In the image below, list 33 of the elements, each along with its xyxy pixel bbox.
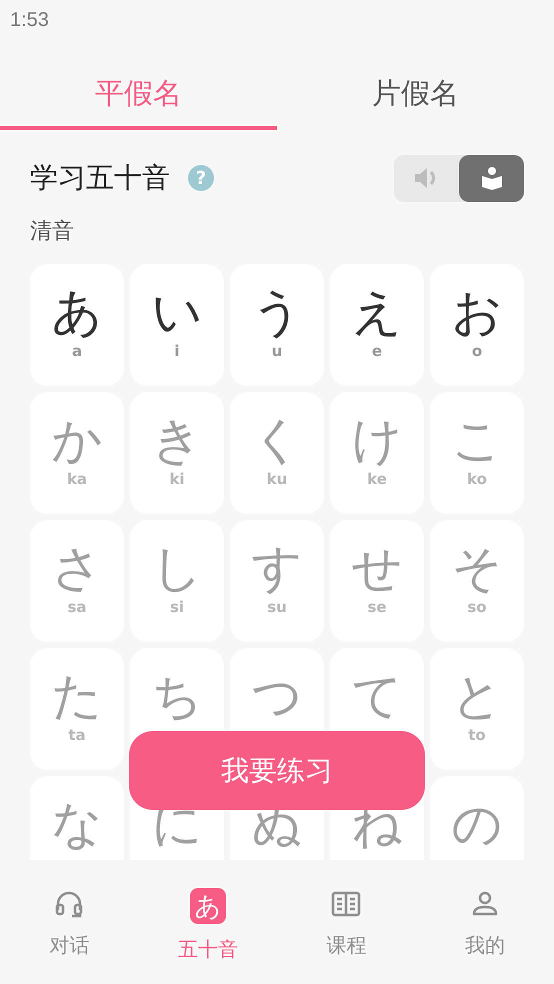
kana-card[interactable]: う u <box>230 264 324 386</box>
kana-card[interactable]: い i <box>130 264 224 386</box>
kana-card[interactable]: さ sa <box>30 520 124 642</box>
nav-item[interactable]: 我的 <box>416 860 554 984</box>
kana-card[interactable]: と to <box>430 648 524 770</box>
read-mode-button[interactable] <box>459 154 524 202</box>
kana-card[interactable]: え e <box>330 264 424 386</box>
page-title: 学习五十音 <box>30 160 170 196</box>
tab[interactable]: 片假名 <box>277 64 554 130</box>
kana-card[interactable]: そ so <box>430 520 524 642</box>
practice-floating-overlay[interactable]: 我要练习 <box>129 731 425 810</box>
kana-card[interactable]: か ka <box>30 392 124 514</box>
kana-card[interactable]: せ se <box>330 520 424 642</box>
kana-card[interactable]: こ ko <box>430 392 524 514</box>
nav-item[interactable]: 对话 <box>0 860 138 984</box>
nav-item[interactable]: あ 五十音 <box>138 860 277 984</box>
help-icon[interactable]: ? <box>188 165 214 191</box>
kana-card[interactable]: の <box>430 776 524 860</box>
kana-card[interactable]: お o <box>430 264 524 386</box>
reading-icon <box>480 166 504 190</box>
kana-card[interactable]: け ke <box>330 392 424 514</box>
kana-card[interactable]: な <box>30 776 124 860</box>
kana-icon: あ <box>190 888 226 924</box>
kana-card[interactable]: た ta <box>30 648 124 770</box>
kana-card[interactable]: き ki <box>130 392 224 514</box>
kana-card[interactable]: す su <box>230 520 324 642</box>
kana-card[interactable]: く ku <box>230 392 324 514</box>
nav-item[interactable]: 课程 <box>277 860 416 984</box>
tab[interactable]: 平假名 <box>0 64 277 130</box>
status-time: 1:53 <box>10 8 49 32</box>
kana-card[interactable]: あ a <box>30 264 124 386</box>
section-label: 清音 <box>29 218 75 246</box>
kana-card[interactable]: し si <box>130 520 224 642</box>
